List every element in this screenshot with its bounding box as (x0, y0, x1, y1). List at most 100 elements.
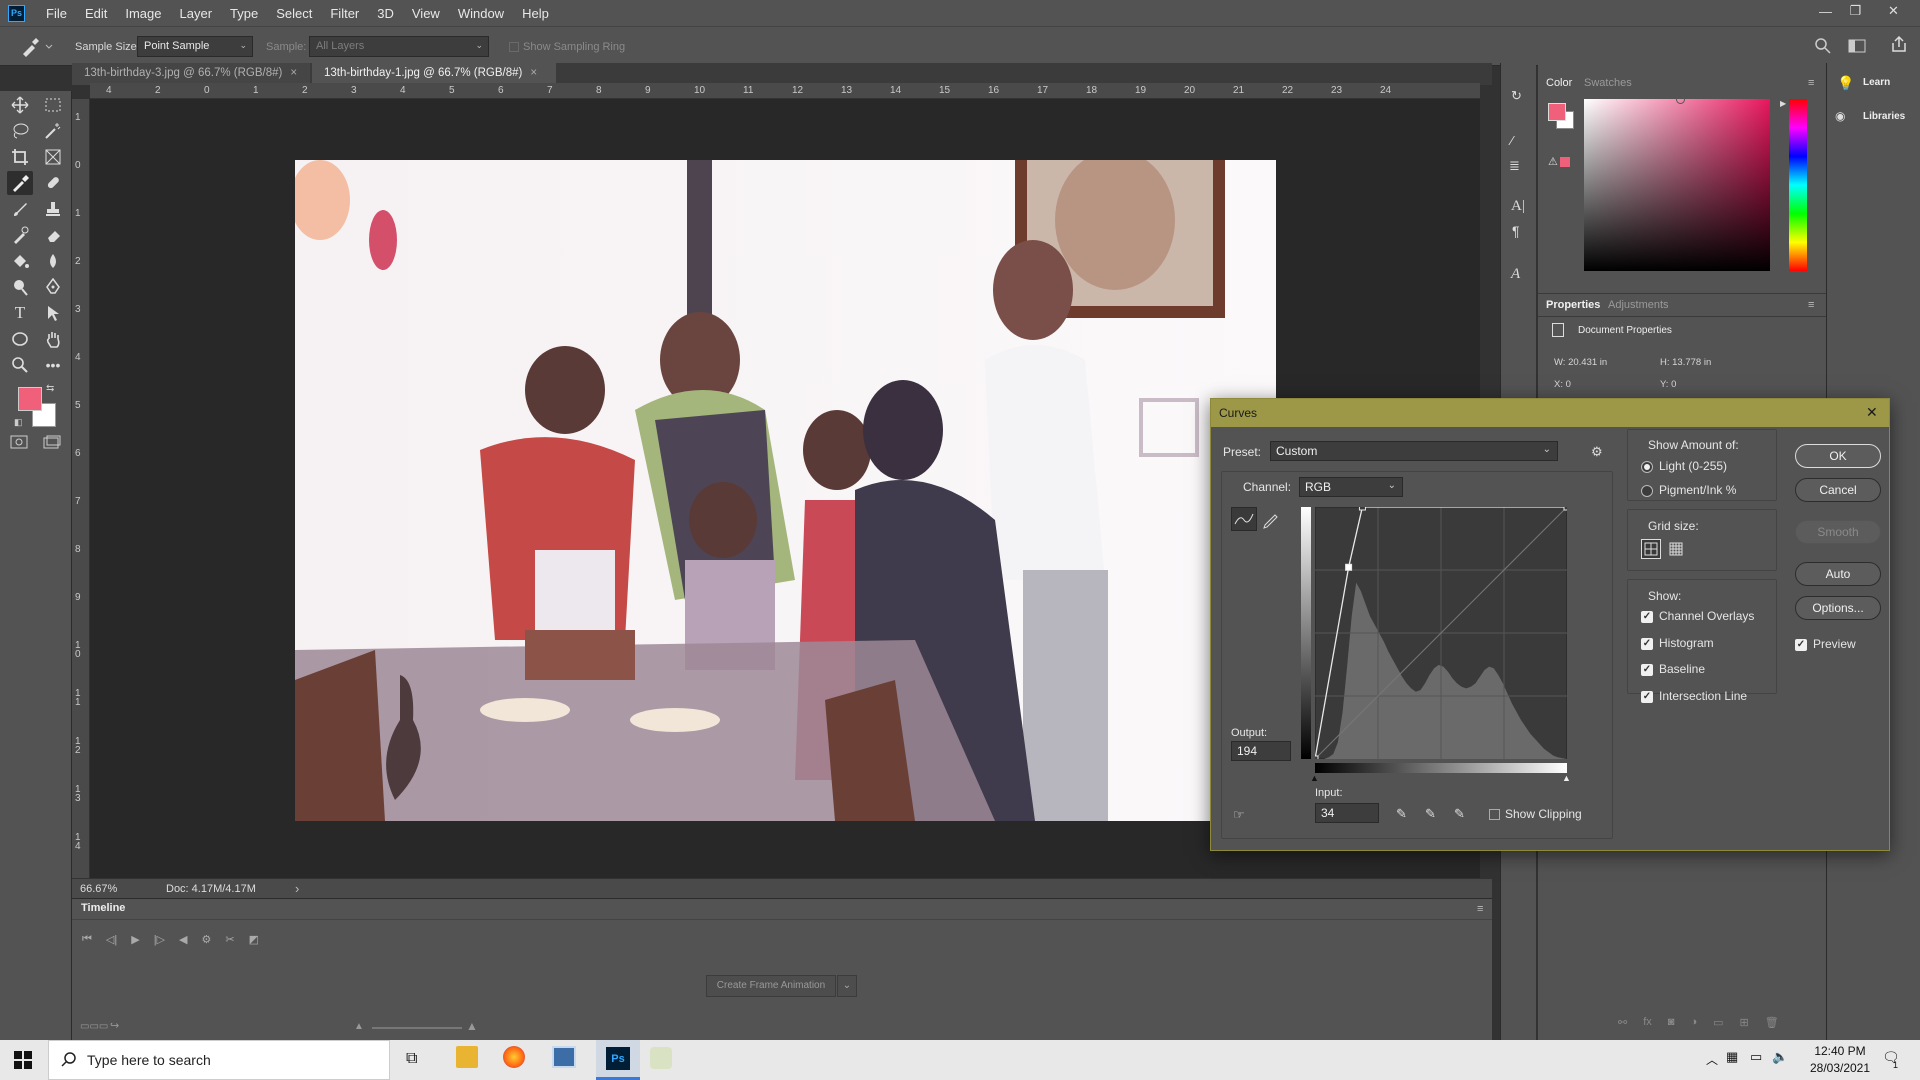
warning-icon[interactable]: ⚠ (1548, 155, 1558, 168)
zoom-tool-icon[interactable] (7, 353, 33, 377)
restore-icon[interactable]: ❐ (1842, 0, 1869, 22)
document-image[interactable] (295, 160, 1276, 821)
link-icon[interactable]: ⚯ (1618, 1016, 1627, 1029)
channel-select[interactable]: RGB ⌄ (1299, 477, 1403, 497)
menu-file[interactable]: File (37, 6, 76, 21)
clone-stamp-tool-icon[interactable] (40, 197, 66, 221)
width-value[interactable]: W: 20.431 in (1554, 357, 1607, 368)
file-explorer-icon[interactable] (456, 1046, 478, 1068)
firefox-icon[interactable] (503, 1046, 525, 1068)
preset-options-gear-icon[interactable]: ⚙ (1591, 444, 1603, 460)
targeted-adjustment-hand-icon[interactable]: ☞ (1233, 807, 1245, 823)
color-field[interactable] (1584, 99, 1770, 271)
menu-3d[interactable]: 3D (368, 6, 403, 21)
display-icon[interactable]: ▭ (1750, 1049, 1762, 1065)
history-icon[interactable]: ↻ (1511, 88, 1522, 104)
options-button[interactable]: Options... (1795, 596, 1881, 620)
brush-settings-icon[interactable]: ⁄ (1511, 133, 1513, 148)
taskbar-search-box[interactable]: Type here to search (48, 1040, 390, 1080)
marquee-tool-icon[interactable] (40, 93, 66, 117)
edit-points-curve-icon[interactable] (1231, 507, 1257, 531)
minimize-icon[interactable]: — (1812, 0, 1839, 22)
cancel-button[interactable]: Cancel (1795, 478, 1881, 502)
move-tool-icon[interactable] (7, 93, 33, 117)
quick-mask-icon[interactable] (10, 435, 28, 449)
more-tools-icon[interactable]: ••• (40, 353, 66, 377)
light-radio[interactable] (1641, 461, 1653, 473)
glyphs-icon[interactable]: A (1511, 266, 1520, 283)
swap-colors-icon[interactable]: ⇆ (46, 383, 54, 394)
frame-tool-icon[interactable] (40, 145, 66, 169)
next-frame-icon[interactable]: |▷ (154, 933, 165, 946)
y-value[interactable]: Y: 0 (1660, 379, 1676, 390)
curves-titlebar[interactable]: Curves ✕ (1211, 399, 1889, 427)
chevron-down-icon[interactable]: ⌄ (837, 975, 857, 997)
clock-date[interactable]: 28/03/2021 (1808, 1061, 1872, 1075)
network-icon[interactable]: ▦ (1726, 1049, 1738, 1065)
convert-icon[interactable]: ↪ (110, 1019, 119, 1032)
photoshop-taskbar-button[interactable]: Ps (596, 1040, 640, 1080)
libraries-label[interactable]: Libraries (1863, 111, 1905, 122)
adjust-icon[interactable]: ≣ (1509, 158, 1520, 174)
x-value[interactable]: X: 0 (1554, 379, 1571, 390)
panel-menu-icon[interactable]: ≡ (1808, 299, 1814, 311)
paint-bucket-tool-icon[interactable] (7, 249, 33, 273)
color-fg-swatch[interactable] (1548, 103, 1566, 121)
screen-mode-icon[interactable] (43, 435, 61, 449)
foreground-color-swatch[interactable] (18, 387, 42, 411)
curve-control-point[interactable] (1315, 755, 1319, 759)
zoom-in-icon[interactable]: ▲ (466, 1019, 478, 1033)
history-brush-tool-icon[interactable] (7, 223, 33, 247)
windows-start-icon[interactable] (14, 1051, 32, 1069)
libraries-icon[interactable]: ◉ (1835, 109, 1845, 123)
search-icon[interactable] (1814, 37, 1832, 55)
play-icon[interactable]: ▶ (131, 933, 139, 946)
task-view-icon[interactable]: ⧉ (406, 1050, 417, 1068)
tab-properties[interactable]: Properties (1546, 299, 1600, 311)
hue-slider[interactable] (1789, 99, 1807, 271)
photos-icon[interactable] (552, 1046, 576, 1068)
menu-edit[interactable]: Edit (76, 6, 116, 21)
tab-adjustments[interactable]: Adjustments (1608, 299, 1669, 311)
curve-graph[interactable] (1315, 507, 1567, 759)
workspace-icon[interactable] (1848, 38, 1866, 54)
smooth-button[interactable]: Smooth (1795, 520, 1881, 544)
sample-size-select[interactable]: Point Sample ⌄ (137, 36, 253, 57)
white-point-slider[interactable]: ▲ (1562, 773, 1571, 783)
menu-window[interactable]: Window (449, 6, 513, 21)
output-field[interactable]: 194 (1231, 741, 1291, 761)
brush-tool-icon[interactable] (7, 197, 33, 221)
new-layer-icon[interactable]: ⊞ (1740, 1016, 1749, 1029)
panel-menu-icon[interactable]: ≡ (1808, 77, 1814, 89)
close-window-icon[interactable]: ✕ (1880, 0, 1907, 22)
sample-select[interactable]: All Layers ⌄ (309, 36, 489, 57)
eraser-tool-icon[interactable] (40, 223, 66, 247)
show-clipping-checkbox[interactable] (1489, 809, 1500, 820)
menu-type[interactable]: Type (221, 6, 267, 21)
menu-filter[interactable]: Filter (321, 6, 368, 21)
gamut-swatch[interactable] (1560, 157, 1570, 167)
menu-help[interactable]: Help (513, 6, 558, 21)
lasso-tool-icon[interactable] (7, 119, 33, 143)
clock-time[interactable]: 12:40 PM (1808, 1044, 1872, 1058)
baseline-checkbox[interactable]: ✓ (1641, 664, 1653, 676)
tab-color[interactable]: Color (1546, 77, 1572, 89)
create-frame-animation-button[interactable]: Create Frame Animation (706, 975, 836, 997)
close-tab-icon[interactable]: × (530, 67, 537, 79)
preview-checkbox[interactable]: ✓ (1795, 639, 1807, 651)
default-colors-icon[interactable]: ◧ (14, 417, 23, 428)
menu-image[interactable]: Image (116, 6, 170, 21)
show-hidden-icons-icon[interactable]: ︿ (1706, 1051, 1718, 1068)
tab-13th-birthday-1[interactable]: 13th-birthday-1.jpg @ 66.7% (RGB/8#) × (312, 63, 556, 85)
black-eyedropper-icon[interactable]: ✎ (1396, 806, 1407, 822)
detailed-grid-icon[interactable] (1667, 540, 1685, 558)
type-tool-icon[interactable]: T (7, 301, 33, 325)
zoom-out-icon[interactable]: ▲ (354, 1021, 364, 1032)
healing-brush-tool-icon[interactable] (40, 171, 66, 195)
path-selection-tool-icon[interactable] (40, 301, 66, 325)
shape-tool-icon[interactable] (7, 327, 33, 351)
histogram-checkbox[interactable]: ✓ (1641, 638, 1653, 650)
panel-menu-icon[interactable]: ≡ (1477, 903, 1483, 915)
trash-icon[interactable]: 🗑 (1765, 1016, 1779, 1029)
status-menu-arrow-icon[interactable]: › (295, 881, 299, 896)
